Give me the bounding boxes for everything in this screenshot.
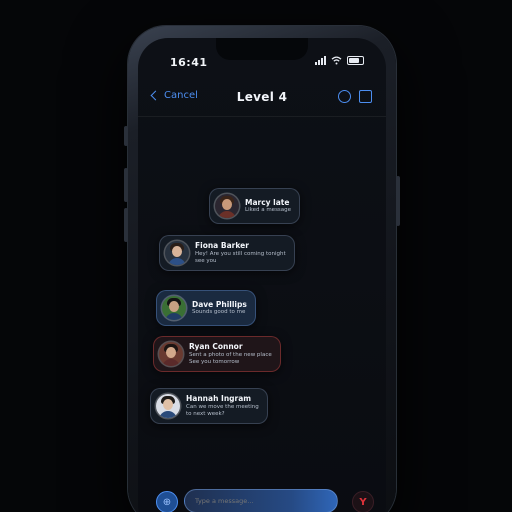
message-bubble[interactable]: Dave Phillips Sounds good to me [156,290,256,326]
send-button[interactable]: Y [352,491,374,512]
cellular-signal-icon [315,56,326,65]
message-bubble[interactable]: Hannah Ingram Can we move the meeting to… [150,388,268,424]
compose-icon[interactable] [359,90,372,103]
volume-down-button [124,208,128,242]
send-icon: Y [359,496,367,508]
message-sender: Dave Phillips [192,299,247,309]
message-line: see you [195,257,217,264]
back-button[interactable]: Cancel [150,90,198,101]
message-bubble[interactable]: Marcy late Liked a message [209,188,301,224]
message-bubble[interactable]: Ryan Connor Sent a photo of the new plac… [153,336,281,372]
power-button [396,176,400,226]
notch [216,38,308,60]
chat-bubble-icon[interactable] [338,90,351,103]
avatar [159,342,183,366]
message-composer: ⊕ Y [146,488,378,512]
back-label: Cancel [164,90,198,101]
message-input[interactable] [184,489,338,512]
message-line: Can we move the meeting [186,403,259,410]
message-sender: Hannah Ingram [186,394,252,404]
plus-circle-icon: ⊕ [162,496,172,508]
message-sender: Ryan Connor [189,342,243,352]
navigation-bar: Cancel Level 4 [138,76,386,117]
nav-subtitle [237,82,288,90]
nav-title-group: Level 4 [237,82,288,104]
message-line: Hey! Are you still coming tonight [195,250,286,257]
attach-button[interactable]: ⊕ [156,491,178,512]
avatar [215,194,239,218]
message-bubble[interactable]: Fiona Barker Hey! Are you still coming t… [159,235,295,271]
message-line: Sounds good to me [192,309,246,316]
message-line: Sent a photo of the new place [189,351,272,358]
message-sender: Marcy late [245,197,290,207]
message-line: See you tomorrow [189,358,240,365]
avatar [165,241,189,265]
message-sender: Fiona Barker [195,241,249,251]
wifi-icon [331,56,342,65]
volume-up-button [124,168,128,202]
avatar [156,394,180,418]
mute-switch [124,126,128,146]
chevron-left-icon [150,90,161,101]
nav-actions [338,90,372,103]
status-icons [315,56,364,65]
status-time: 16:41 [170,56,208,69]
message-line: to next week? [186,410,225,417]
avatar [162,296,186,320]
phone-screen: 16:41 Cancel Level 4 Marcy late Liked a … [138,38,386,512]
battery-icon [347,56,364,65]
phone-frame: 16:41 Cancel Level 4 Marcy late Liked a … [124,26,400,512]
page-title: Level 4 [236,90,288,104]
message-line: Liked a message [245,207,292,214]
